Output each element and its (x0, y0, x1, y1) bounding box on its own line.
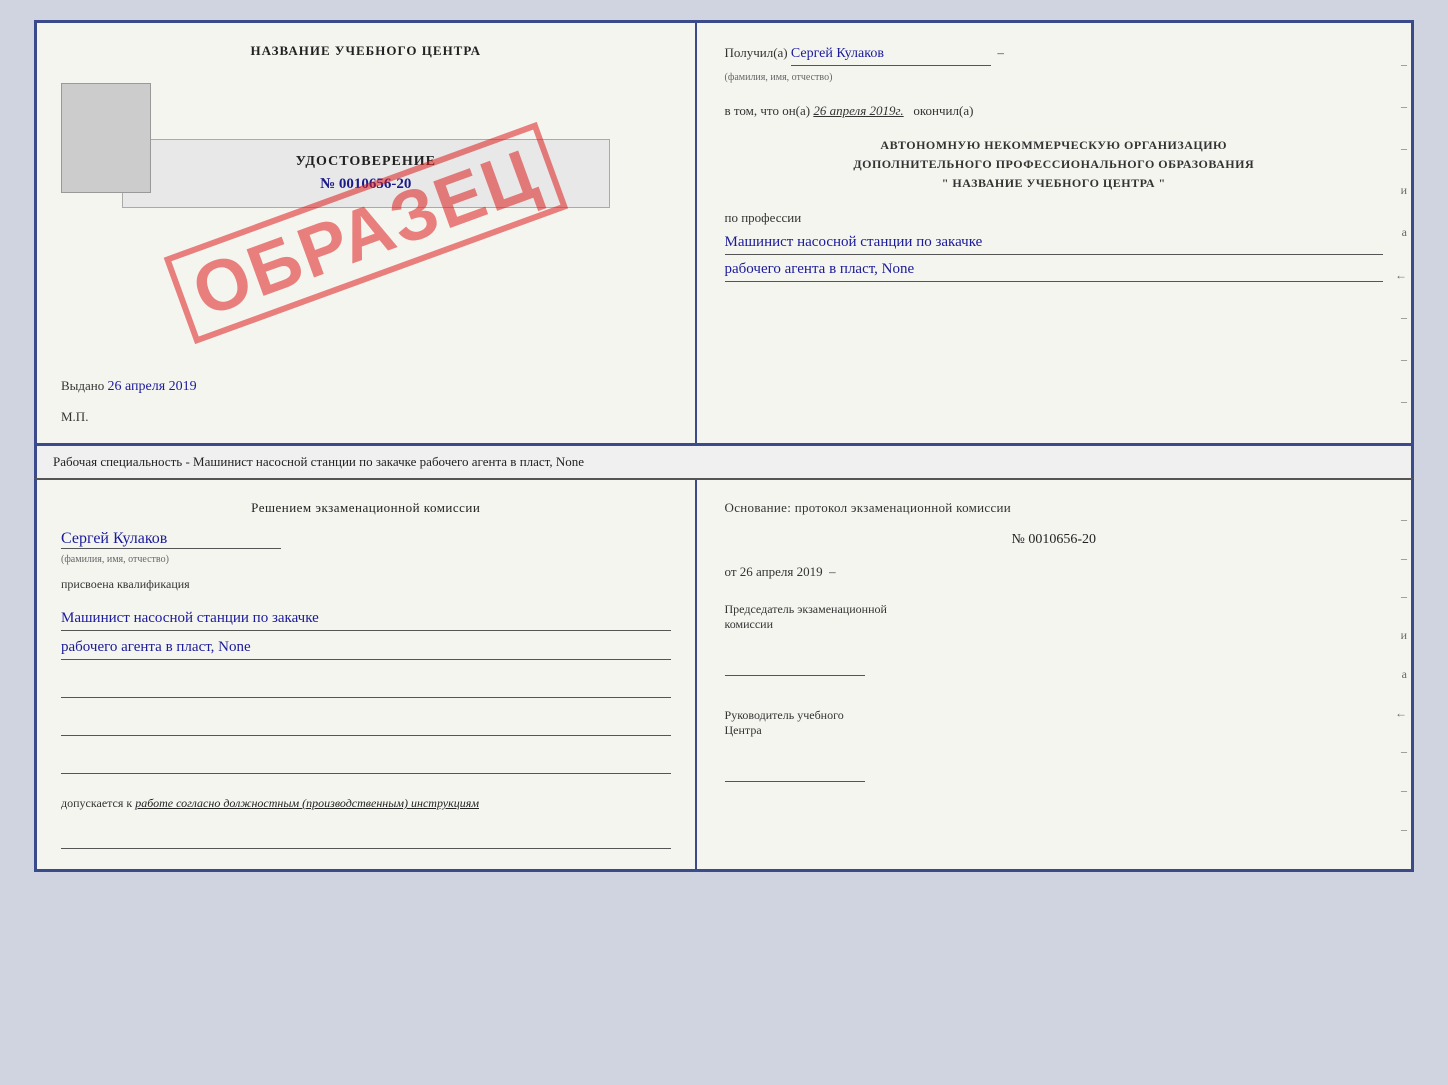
predsedatel-line1: Председатель экзаменационной (725, 602, 1383, 617)
underline2 (61, 716, 671, 736)
underline4 (61, 829, 671, 849)
cert-right: Получил(а) Сергей Кулаков – (фамилия, им… (697, 23, 1411, 443)
po-professii-label: по профессии (725, 210, 802, 225)
predsedatel-signature (725, 652, 865, 676)
ot-label: от (725, 564, 737, 579)
osnovanie-title: Основание: протокол экзаменационной коми… (725, 500, 1383, 516)
dopuskaetsya-label: допускается к (61, 796, 132, 810)
bottom-profession-line2: рабочего агента в пласт, None (61, 635, 671, 660)
protocol-number: № 0010656-20 (725, 532, 1383, 548)
photo-placeholder (61, 83, 151, 193)
dopuskaetsya-block: допускается к работе согласно должностны… (61, 796, 671, 811)
cert-bottom: Решением экзаменационной комиссии Сергей… (34, 478, 1414, 872)
cert-top: НАЗВАНИЕ УЧЕБНОГО ЦЕНТРА УДОСТОВЕРЕНИЕ №… (34, 20, 1414, 446)
subtitle-text: Рабочая специальность - Машинист насосно… (53, 454, 584, 469)
dopuskaetsya-value: работе согласно должностным (производств… (135, 796, 479, 810)
poluchil-line: Получил(а) Сергей Кулаков – (фамилия, им… (725, 43, 1383, 87)
rukovoditel-signature (725, 758, 865, 782)
bottom-familiya-label: (фамилия, имя, отчество) (61, 554, 169, 565)
underline3 (61, 754, 671, 774)
cert-bottom-left: Решением экзаменационной комиссии Сергей… (37, 480, 697, 869)
profession-line1-top: Машинист насосной станции по закачке (725, 230, 1383, 255)
familiya-label-top: (фамилия, имя, отчество) (725, 72, 833, 83)
poluchil-label: Получил(а) (725, 45, 788, 60)
prisvoena-label: присвоена квалификация (61, 577, 671, 592)
ot-date: 26 апреля 2019 (740, 564, 823, 579)
vydano-date: 26 апреля 2019 (108, 379, 197, 394)
bottom-profession-line1: Машинист насосной станции по закачке (61, 606, 671, 631)
profession-line2-top: рабочего агента в пласт, None (725, 257, 1383, 282)
document-container: НАЗВАНИЕ УЧЕБНОГО ЦЕНТРА УДОСТОВЕРЕНИЕ №… (34, 20, 1414, 872)
org-line3: " НАЗВАНИЕ УЧЕБНОГО ЦЕНТРА " (725, 174, 1383, 193)
vtom-label: в том, что он(а) (725, 103, 811, 118)
okonchil-label: окончил(а) (913, 103, 973, 118)
predsedatel-role: Председатель экзаменационной комиссии (725, 602, 1383, 632)
underline1 (61, 678, 671, 698)
bottom-profession-block: Машинист насосной станции по закачке раб… (61, 602, 671, 660)
udostoverenie-title: УДОСТОВЕРЕНИЕ (143, 154, 589, 170)
right-side-dashes-bottom: – – – и а ← – – – (1391, 480, 1411, 869)
org-line2: ДОПОЛНИТЕЛЬНОГО ПРОФЕССИОНАЛЬНОГО ОБРАЗО… (725, 155, 1383, 174)
udostoverenie-block: УДОСТОВЕРЕНИЕ № 0010656-20 (122, 139, 610, 208)
org-block: АВТОНОМНУЮ НЕКОММЕРЧЕСКУЮ ОРГАНИЗАЦИЮ ДО… (725, 136, 1383, 194)
udostoverenie-num: № 0010656-20 (143, 176, 589, 193)
resheniyem-title: Решением экзаменационной комиссии (61, 500, 671, 516)
rukovoditel-line1: Руководитель учебного (725, 708, 1383, 723)
bottom-name-hw: Сергей Кулаков (61, 530, 281, 549)
cert-left: НАЗВАНИЕ УЧЕБНОГО ЦЕНТРА УДОСТОВЕРЕНИЕ №… (37, 23, 697, 443)
predsedatel-line2: комиссии (725, 617, 1383, 632)
mp-line: М.П. (61, 409, 88, 425)
po-professii-line: по профессии Машинист насосной станции п… (725, 208, 1383, 283)
vtom-date: 26 апреля 2019г. (813, 103, 903, 118)
subtitle-area: Рабочая специальность - Машинист насосно… (34, 446, 1414, 478)
cert-left-title: НАЗВАНИЕ УЧЕБНОГО ЦЕНТРА (250, 43, 481, 59)
ot-date-line: от 26 апреля 2019 – (725, 564, 1383, 580)
rukovoditel-role: Руководитель учебного Центра (725, 708, 1383, 738)
bottom-name-block: Сергей Кулаков (фамилия, имя, отчество) (61, 526, 671, 567)
right-side-dashes-top: – – – и а ← – – – (1391, 23, 1411, 443)
vydano-line: Выдано 26 апреля 2019 (61, 378, 197, 395)
vtom-line: в том, что он(а) 26 апреля 2019г. окончи… (725, 101, 1383, 122)
poluchil-value: Сергей Кулаков (791, 43, 991, 66)
org-line1: АВТОНОМНУЮ НЕКОММЕРЧЕСКУЮ ОРГАНИЗАЦИЮ (725, 136, 1383, 155)
cert-bottom-right: Основание: протокол экзаменационной коми… (697, 480, 1411, 869)
rukovoditel-line2: Центра (725, 723, 1383, 738)
vydano-label: Выдано (61, 378, 104, 393)
